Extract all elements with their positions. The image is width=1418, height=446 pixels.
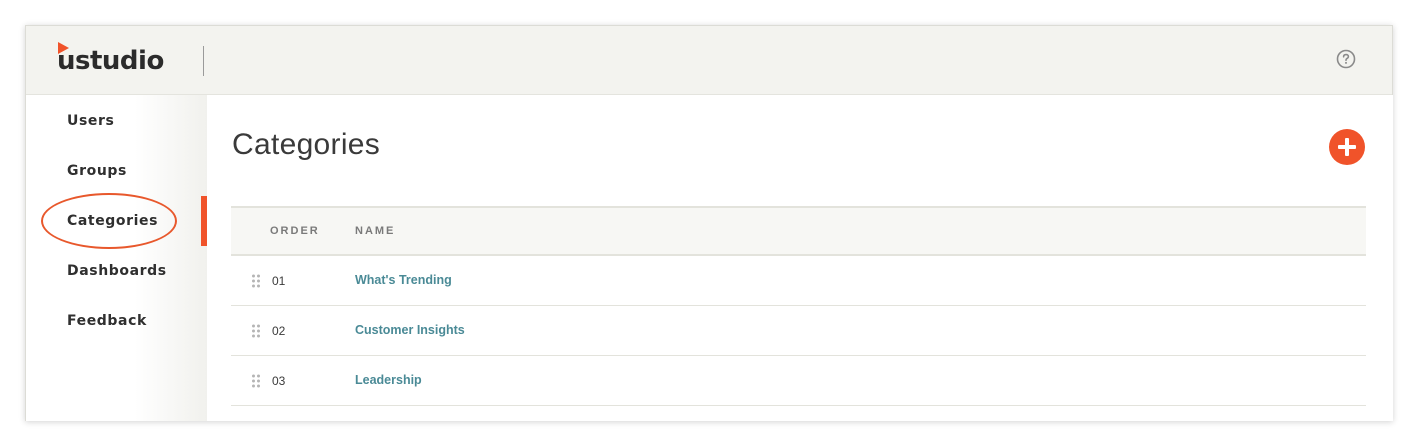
add-category-button[interactable] — [1329, 129, 1365, 165]
main-content: Categories ORDER NAME 01 What's Trending — [207, 95, 1393, 421]
table-row: 02 Customer Insights — [231, 306, 1366, 356]
table-header: ORDER NAME — [231, 206, 1366, 256]
header-divider — [203, 46, 204, 76]
drag-handle-icon[interactable] — [251, 274, 261, 288]
category-link[interactable]: What's Trending — [355, 273, 452, 287]
row-order: 03 — [272, 374, 286, 388]
logo-play-mark-icon — [58, 42, 69, 54]
sidebar: Users Groups Categories Dashboards Feedb… — [26, 95, 207, 421]
column-header-order[interactable]: ORDER — [270, 225, 320, 237]
app-window: ustudio Users Groups Categories Dashboar… — [25, 25, 1393, 421]
ustudio-logo[interactable]: ustudio — [57, 42, 164, 76]
sidebar-item-feedback[interactable]: Feedback — [67, 309, 147, 333]
sidebar-item-users[interactable]: Users — [67, 109, 114, 133]
top-bar: ustudio — [26, 26, 1392, 95]
category-link[interactable]: Leadership — [355, 373, 422, 387]
logo-text: ustudio — [57, 46, 164, 76]
categories-table: ORDER NAME 01 What's Trending 02 Custome… — [231, 206, 1366, 406]
sidebar-item-groups[interactable]: Groups — [67, 159, 127, 183]
row-order: 01 — [272, 274, 286, 288]
page-title: Categories — [232, 128, 381, 161]
help-icon[interactable] — [1336, 49, 1356, 69]
drag-handle-icon[interactable] — [251, 374, 261, 388]
drag-handle-icon[interactable] — [251, 324, 261, 338]
sidebar-item-categories[interactable]: Categories — [67, 209, 158, 233]
row-order: 02 — [272, 324, 286, 338]
sidebar-item-dashboards[interactable]: Dashboards — [67, 259, 167, 283]
table-row: 03 Leadership — [231, 356, 1366, 406]
column-header-name[interactable]: NAME — [355, 225, 395, 237]
table-row: 01 What's Trending — [231, 256, 1366, 306]
category-link[interactable]: Customer Insights — [355, 323, 465, 337]
